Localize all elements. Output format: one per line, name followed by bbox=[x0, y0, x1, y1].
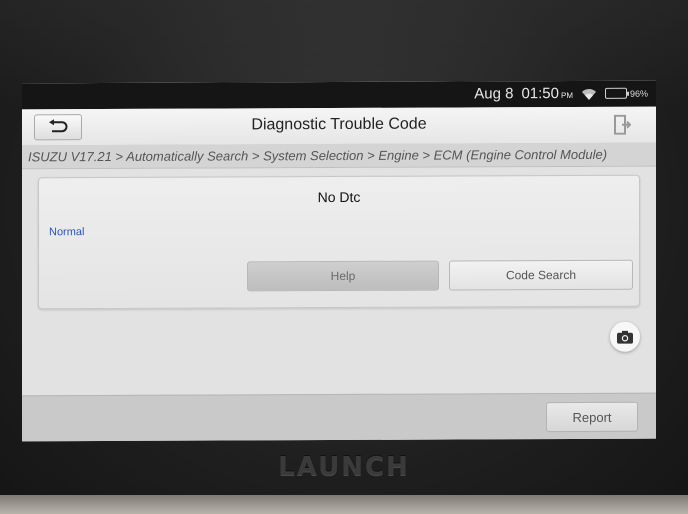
battery-indicator: 96% bbox=[604, 87, 648, 99]
help-button[interactable]: Help bbox=[247, 260, 439, 292]
status-time-value: 01:50 bbox=[521, 85, 559, 103]
exit-button[interactable] bbox=[602, 112, 642, 138]
breadcrumb: ISUZU V17.21 > Automatically Search > Sy… bbox=[22, 142, 656, 170]
battery-icon bbox=[604, 87, 627, 99]
title-bar: Diagnostic Trouble Code bbox=[22, 106, 656, 147]
battery-percent: 96% bbox=[629, 88, 648, 99]
brand-logo: LAUNCH bbox=[278, 452, 410, 482]
dtc-status: Normal bbox=[49, 226, 85, 239]
screen: Aug 8 01:50 PM 96% Diagnostic Trouble Co… bbox=[22, 80, 656, 442]
status-time: 01:50 PM bbox=[521, 85, 573, 102]
status-date: Aug 8 bbox=[474, 85, 514, 103]
screenshot-button[interactable] bbox=[610, 321, 640, 352]
dtc-message: No Dtc bbox=[317, 188, 361, 206]
dtc-result-card: No Dtc Normal Help Code Search bbox=[38, 174, 640, 310]
camera-icon bbox=[617, 330, 633, 344]
wifi-icon bbox=[581, 86, 597, 100]
exit-icon bbox=[614, 114, 631, 135]
device-bezel: Aug 8 01:50 PM 96% Diagnostic Trouble Co… bbox=[0, 0, 688, 514]
report-button[interactable]: Report bbox=[546, 401, 638, 433]
page-title: Diagnostic Trouble Code bbox=[251, 115, 427, 134]
status-ampm: PM bbox=[560, 90, 573, 101]
bottom-toolbar: Report bbox=[22, 392, 656, 442]
main-content: No Dtc Normal Help Code Search bbox=[22, 166, 656, 396]
status-bar: Aug 8 01:50 PM 96% bbox=[22, 80, 656, 110]
code-search-button[interactable]: Code Search bbox=[449, 259, 633, 291]
